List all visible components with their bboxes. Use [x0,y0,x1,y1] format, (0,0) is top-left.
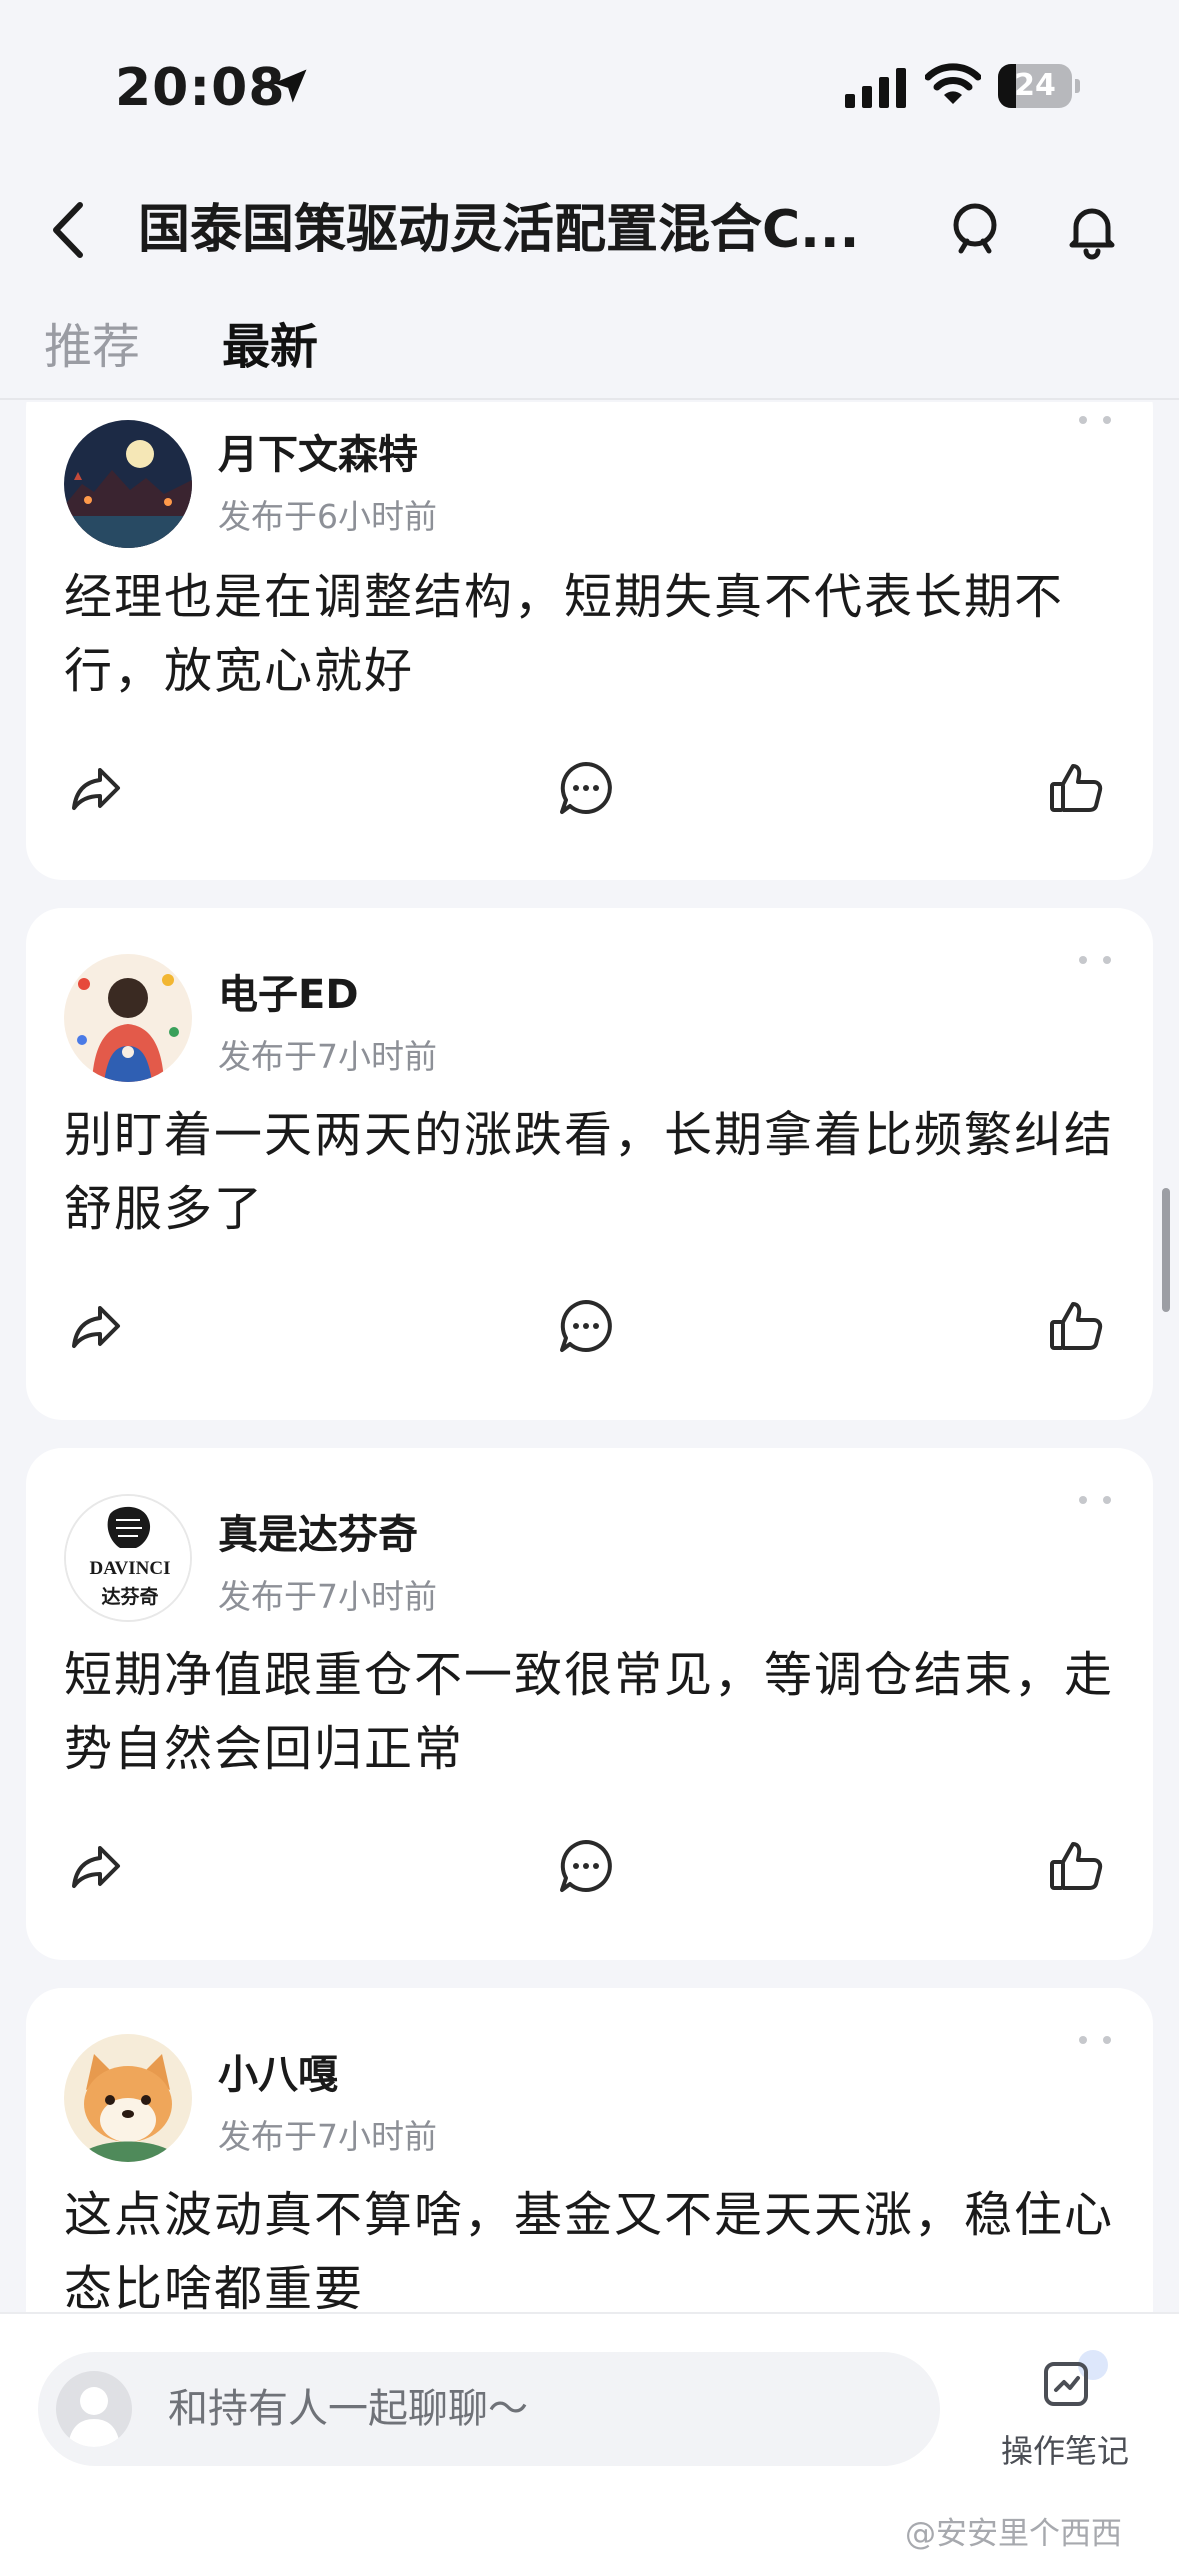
post-time: 发布于7小时前 [218,1577,437,1616]
post-feed: 月下文森特 发布于6小时前 经理也是在调整结构，短期失真不代表长期不行，放宽心就… [0,402,1179,2312]
more-options-icon[interactable] [1075,952,1115,968]
avatar[interactable] [64,954,192,1082]
post-username[interactable]: 电子ED [218,962,359,1020]
battery-level: 24 [1014,68,1056,103]
avatar[interactable] [64,2034,192,2162]
like-icon[interactable] [1046,758,1106,818]
post-card: 小八嘎 发布于7小时前 这点波动真不算啥，基金又不是天天涨，稳住心态比啥都重要 [26,1988,1153,2312]
tab-latest[interactable]: 最新 [222,312,318,382]
post-time: 发布于6小时前 [218,497,437,536]
note-icon [1044,2362,1088,2406]
post-card: 月下文森特 发布于6小时前 经理也是在调整结构，短期失真不代表长期不行，放宽心就… [26,402,1153,880]
share-icon[interactable] [66,1296,126,1356]
like-icon[interactable] [1046,1836,1106,1896]
tab-recommended[interactable]: 推荐 [44,312,140,382]
comment-icon[interactable] [556,758,616,818]
notification-bell-icon[interactable] [1060,197,1124,261]
comment-icon[interactable] [556,1836,616,1896]
post-text: 别盯着一天两天的涨跌看，长期拿着比频繁纠结舒服多了 [64,1107,1115,1237]
share-icon[interactable] [66,758,126,818]
cellular-signal-icon [845,68,906,108]
avatar[interactable]: DAVINCI 达芬奇 [64,1494,192,1622]
post-card: 电子ED 发布于7小时前 别盯着一天两天的涨跌看，长期拿着比频繁纠结舒服多了 [26,908,1153,1420]
share-icon[interactable] [66,1836,126,1896]
watermark: @安安里个西西 [905,2516,1122,2552]
chat-placeholder: 和持有人一起聊聊～ [168,2386,528,2432]
post-username[interactable]: 月下文森特 [218,422,418,480]
battery-indicator: 24 [998,64,1080,108]
comment-icon[interactable] [556,1296,616,1356]
post-time: 发布于7小时前 [218,2117,437,2156]
more-options-icon[interactable] [1075,2032,1115,2048]
wifi-icon [925,63,981,104]
search-icon[interactable] [945,197,1009,261]
note-label: 操作笔记 [1000,2432,1129,2470]
chat-input[interactable]: 和持有人一起聊聊～ [38,2352,940,2466]
operation-notes-button[interactable]: 操作笔记 [990,2350,1140,2480]
post-text: 经理也是在调整结构，短期失真不代表长期不行，放宽心就好 [64,569,1065,699]
nav-bar: 国泰国策驱动灵活配置混合C... [0,175,1179,285]
post-text: 短期净值跟重仓不一致很常见，等调仓结束，走势自然会回归正常 [64,1647,1115,1777]
post-time: 发布于7小时前 [218,1037,437,1076]
battery-tip [1075,79,1080,93]
post-card: DAVINCI 达芬奇 真是达芬奇 发布于7小时前 短期净值跟重仓不一致很常见，… [26,1448,1153,1960]
avatar-brand-subtext: 达芬奇 [101,1586,159,1608]
back-button[interactable] [40,195,100,265]
page-title: 国泰国策驱动灵活配置混合C... [138,200,860,260]
more-options-icon[interactable] [1075,412,1115,428]
scroll-indicator[interactable] [1162,1188,1170,1312]
like-icon[interactable] [1046,1296,1106,1356]
status-bar: 20:08 24 [0,0,1179,175]
more-options-icon[interactable] [1075,1492,1115,1508]
avatar-brand-text: DAVINCI [89,1558,171,1579]
feed-tabs: 推荐 最新 [0,300,1179,400]
post-username[interactable]: 小八嘎 [218,2042,338,2100]
user-avatar-placeholder-icon [56,2371,132,2447]
location-arrow-icon [273,69,307,103]
status-time: 20:08 [115,58,286,118]
post-username[interactable]: 真是达芬奇 [218,1502,418,1560]
avatar[interactable] [64,420,192,548]
post-text: 这点波动真不算啥，基金又不是天天涨，稳住心态比啥都重要 [64,2187,1115,2312]
